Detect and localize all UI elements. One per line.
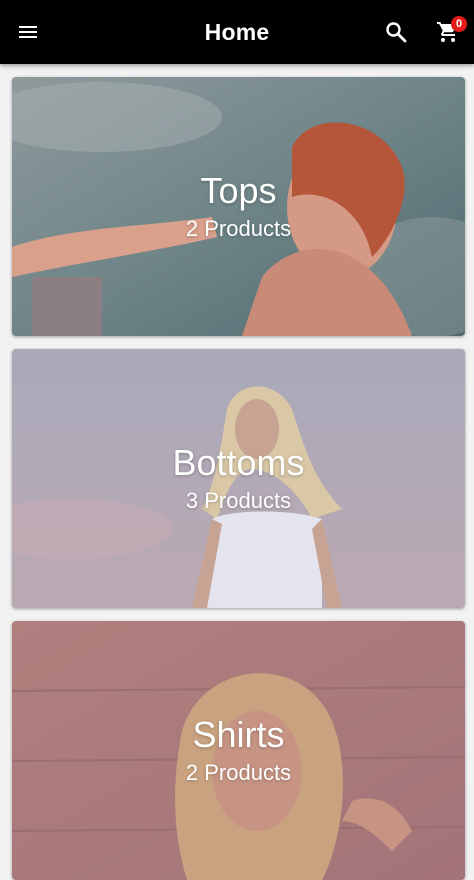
- category-overlay: Bottoms 3 Products: [12, 349, 465, 608]
- category-overlay: Shirts 2 Products: [12, 621, 465, 880]
- category-card-shirts[interactable]: Shirts 2 Products: [12, 621, 465, 880]
- category-product-count: 2 Products: [185, 215, 292, 241]
- category-name: Shirts: [192, 713, 285, 755]
- cart-count-badge: 0: [451, 16, 467, 32]
- category-name: Tops: [200, 169, 277, 211]
- category-product-count: 2 Products: [185, 759, 292, 785]
- category-name: Bottoms: [172, 441, 305, 483]
- search-button[interactable]: [376, 12, 416, 52]
- category-product-count: 3 Products: [185, 487, 292, 513]
- category-overlay: Tops 2 Products: [12, 77, 465, 336]
- search-icon: [386, 22, 407, 43]
- category-card-tops[interactable]: Tops 2 Products: [12, 77, 465, 336]
- app-bar: Home 0: [0, 0, 474, 64]
- category-card-bottoms[interactable]: Bottoms 3 Products: [12, 349, 465, 608]
- cart-button[interactable]: 0: [428, 12, 468, 52]
